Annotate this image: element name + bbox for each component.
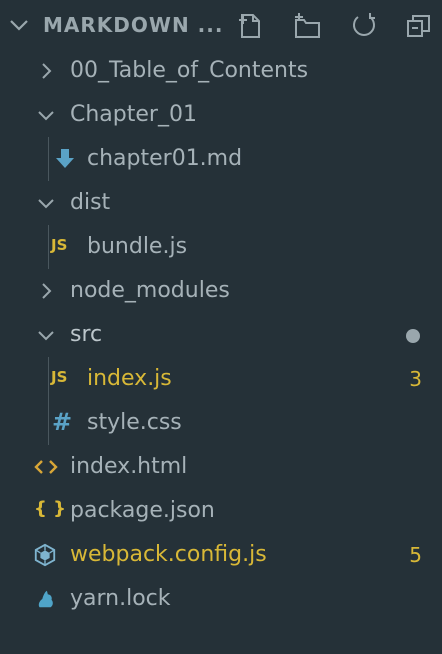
js-file-icon: JS — [51, 368, 68, 386]
tree-item-label: index.html — [70, 454, 188, 479]
tree-folder-chapter-01[interactable]: Chapter_01 — [0, 93, 442, 137]
indent-guide — [48, 357, 49, 401]
yarn-cat-icon — [38, 590, 53, 608]
refresh-icon[interactable] — [350, 12, 378, 40]
explorer-header[interactable]: MARKDOWN ... — [0, 0, 442, 52]
indent-guide — [48, 401, 49, 445]
tree-item-label: Chapter_01 — [70, 102, 197, 127]
json-braces-icon: { } — [34, 498, 66, 519]
tree-file-bundle-js[interactable]: JS bundle.js — [0, 225, 442, 269]
tree-file-chapter01-md[interactable]: chapter01.md — [0, 137, 442, 181]
js-file-icon: JS — [51, 236, 68, 254]
chevron-down-icon[interactable] — [8, 14, 30, 36]
html-code-icon — [34, 460, 58, 474]
chevron-down-icon[interactable] — [36, 325, 56, 345]
tree-item-label: chapter01.md — [87, 146, 243, 171]
tree-item-label: style.css — [87, 410, 182, 435]
tree-folder-node-modules[interactable]: node_modules — [0, 269, 442, 313]
tree-folder-00-table-of-contents[interactable]: 00_Table_of_Contents — [0, 49, 442, 93]
chevron-down-icon[interactable] — [36, 193, 56, 213]
indent-guide — [48, 225, 49, 269]
new-file-icon[interactable] — [236, 12, 264, 40]
indent-guide — [48, 137, 49, 181]
tree-item-label: src — [70, 322, 103, 347]
file-tree: 00_Table_of_Contents Chapter_01 chapter0… — [0, 49, 442, 621]
chevron-right-icon[interactable] — [36, 281, 56, 301]
tree-item-label: bundle.js — [87, 234, 188, 259]
tree-file-webpack-config-js[interactable]: webpack.config.js 5 — [0, 533, 442, 577]
tree-item-label: package.json — [70, 498, 215, 523]
tree-file-index-js[interactable]: JS index.js 3 — [0, 357, 442, 401]
tree-item-label: webpack.config.js — [70, 542, 267, 567]
tree-item-label: 00_Table_of_Contents — [70, 58, 309, 83]
collapse-all-icon[interactable] — [405, 12, 433, 40]
tree-item-label: dist — [70, 190, 111, 215]
tree-item-label: index.js — [87, 366, 172, 391]
webpack-cube-icon — [34, 543, 56, 567]
chevron-down-icon[interactable] — [36, 105, 56, 125]
tree-folder-dist[interactable]: dist — [0, 181, 442, 225]
tree-item-label: node_modules — [70, 278, 230, 303]
tree-file-yarn-lock[interactable]: yarn.lock — [0, 577, 442, 621]
tree-file-style-css[interactable]: # style.css — [0, 401, 442, 445]
css-hash-icon: # — [52, 408, 73, 436]
tree-file-package-json[interactable]: { } package.json — [0, 489, 442, 533]
tree-file-index-html[interactable]: index.html — [0, 445, 442, 489]
tree-folder-src[interactable]: src — [0, 313, 442, 357]
problem-count-badge: 5 — [409, 543, 422, 567]
problem-count-badge: 3 — [409, 367, 422, 391]
modified-indicator-dot — [406, 329, 420, 343]
tree-item-label: yarn.lock — [70, 586, 171, 611]
explorer-title: MARKDOWN ... — [43, 13, 224, 37]
markdown-download-icon — [56, 149, 74, 168]
chevron-right-icon[interactable] — [36, 61, 56, 81]
new-folder-icon[interactable] — [293, 12, 321, 40]
